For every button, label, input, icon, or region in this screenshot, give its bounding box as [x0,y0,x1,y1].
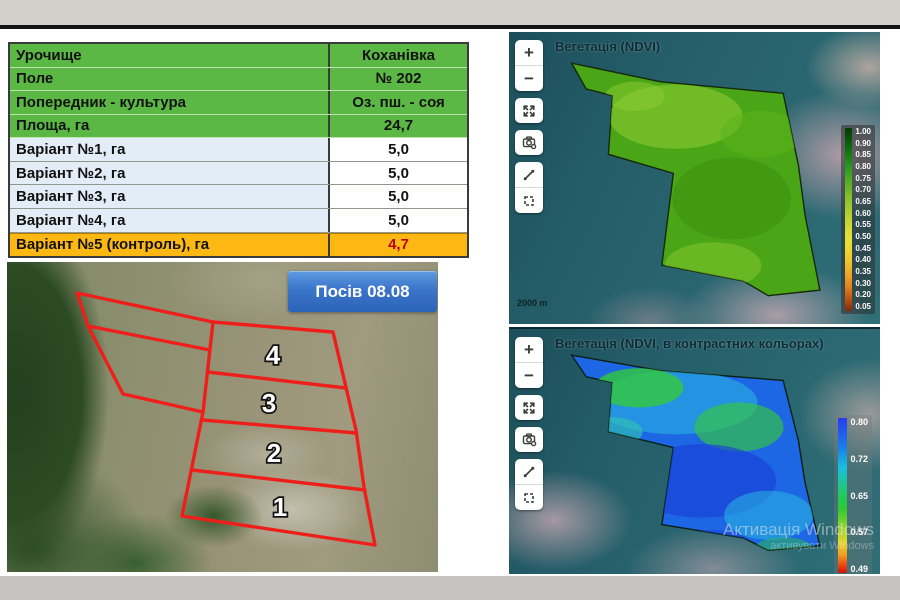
table-row: Варіант №2, га 5,0 [10,161,467,186]
table-row: Варіант №4, га 5,0 [10,208,467,233]
map-controls: + − [515,40,543,213]
table-row-label: Поле [10,67,330,91]
screenshot-root: Урочище Коханівка Поле № 202 Попередник - ку… [0,0,900,600]
legend-value: 0.72 [850,453,868,464]
legend-value: 0.35 [855,266,871,276]
ndvi-contrast-map[interactable]: Вегетація (NDVI, в контрастних кольорах)… [509,327,880,574]
legend-value: 0.85 [855,150,871,160]
plot-number-label: 3 [262,388,276,418]
camera-settings-icon [522,432,537,447]
table-row-value: 5,0 [388,141,409,159]
table-row-label: Площа, га [10,114,330,138]
legend-value: 0.65 [850,490,868,501]
legend-value: 0.80 [855,161,871,171]
legend-value: 0.30 [855,278,871,288]
table-row-value: 5,0 [388,164,409,182]
legend-value: 0.80 [850,417,868,427]
legend-value: 0.55 [855,220,871,230]
legend-value: 0.45 [855,243,871,253]
map-scale-label: 2000 m [517,298,548,308]
table-row-value: 4,7 [388,236,409,254]
top-divider-line [0,25,900,29]
measure-button[interactable] [515,459,543,484]
legend-color-bar [845,128,853,311]
legend-color-bar [838,418,848,573]
table-row-value: Оз. пш. - соя [352,93,445,111]
sowing-date-badge: Посів 08.08 [288,271,437,312]
legend-value: 0.49 [850,564,868,574]
zoom-out-button[interactable]: − [515,362,543,388]
table-row-label: Варіант №3, га [10,185,330,208]
plot-number-label: 1 [273,492,287,522]
measure-icon [522,465,536,479]
legend-value: 1.00 [855,127,871,136]
fullscreen-icon [522,104,536,118]
top-gray-bar [0,0,900,25]
legend-value: 0.20 [855,290,871,300]
legend-value: 0.40 [855,255,871,265]
table-row: Попередник - культура Оз. пш. - соя [10,91,467,115]
table-row: Поле № 202 [10,67,467,92]
fullscreen-icon [522,401,536,415]
area-select-button[interactable] [515,484,543,510]
fullscreen-button[interactable] [515,395,543,420]
measure-button[interactable] [515,162,543,187]
legend-labels: 1.00 0.90 0.85 0.80 0.75 0.70 0.65 0.60 0.55 0.50… [855,128,871,311]
ndvi-contrast-legend: 0.80 0.72 0.65 0.57 0.49 [834,415,872,574]
table-row: Площа, га 24,7 [10,114,467,139]
table-row: Варіант №1, га 5,0 [10,138,467,162]
table-row-value: 24,7 [383,117,414,135]
area-select-icon [522,194,536,208]
table-row: Урочище Коханівка [10,44,467,68]
zoom-in-button[interactable]: + [515,337,543,362]
table-row-value: 5,0 [388,188,409,206]
satellite-map[interactable]: 4 3 2 1 Посів 08.08 [7,262,438,572]
zoom-out-button[interactable]: − [515,65,543,91]
table-row: Варіант №5 (контроль), га 4,7 [10,232,467,257]
table-row-label: Варіант №1, га [10,138,330,161]
legend-value: 0.75 [855,173,871,183]
legend-value: 0.50 [855,231,871,241]
ndvi-field-polygon [509,32,880,324]
map-title: Вегетація (NDVI) [555,39,661,54]
zoom-in-button[interactable]: + [515,40,543,65]
screenshot-button[interactable] [515,427,543,452]
table-row-label: Попередник - культура [10,91,330,114]
legend-value: 0.05 [855,301,871,311]
ndvi-map[interactable]: Вегетація (NDVI) + − 1.00 0.90 0.85 0.80… [509,32,880,324]
area-select-button[interactable] [515,187,543,213]
bottom-gray-bar [0,576,900,600]
table-row-label: Варіант №2, га [10,161,330,185]
plot-number-label: 2 [267,438,281,468]
legend-value: 0.65 [855,196,871,206]
table-row-value: 5,0 [388,211,409,229]
legend-labels: 0.80 0.72 0.65 0.57 0.49 [850,417,868,574]
camera-settings-icon [522,135,537,150]
table-row-label: Варіант №4, га [10,208,330,232]
fullscreen-button[interactable] [515,98,543,123]
legend-value: 0.70 [855,185,871,195]
map-title: Вегетація (NDVI, в контрастних кольорах) [555,336,824,351]
legend-value: 0.90 [855,138,871,148]
field-info-table: Урочище Коханівка Поле № 202 Попередник - ку… [8,42,469,258]
screenshot-button[interactable] [515,130,543,155]
table-row-label: Варіант №5 (контроль), га [10,233,330,257]
table-row-value: № 202 [375,70,422,88]
area-select-icon [522,491,536,505]
ndvi-contrast-field-polygon [509,329,880,574]
table-row: Варіант №3, га 5,0 [10,185,467,209]
ndvi-legend: 1.00 0.90 0.85 0.80 0.75 0.70 0.65 0.60 0.55 0.50… [841,125,875,314]
legend-value: 0.60 [855,208,871,218]
table-row-value: Коханівка [362,46,435,64]
measure-icon [522,168,536,182]
legend-value: 0.57 [850,527,868,538]
plot-number-label: 4 [266,340,281,370]
map-controls: + − [515,337,543,510]
table-row-label: Урочище [10,44,330,67]
